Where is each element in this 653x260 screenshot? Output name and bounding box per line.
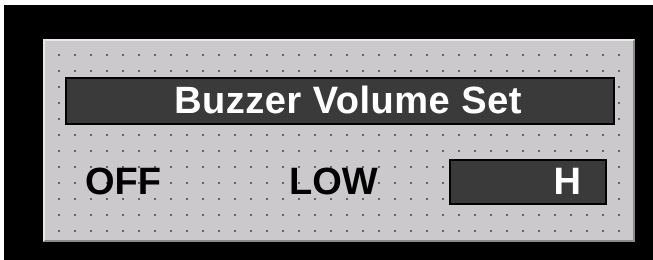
outer-frame: Buzzer Volume Set OFF LOW H: [4, 5, 653, 260]
volume-high-button[interactable]: H: [449, 159, 607, 205]
volume-off-button[interactable]: OFF: [85, 159, 185, 205]
panel-title: Buzzer Volume Set: [174, 80, 522, 122]
volume-low-button[interactable]: LOW: [289, 159, 399, 205]
buzzer-volume-panel: Buzzer Volume Set OFF LOW H: [43, 39, 635, 242]
title-bar: Buzzer Volume Set: [65, 77, 615, 125]
